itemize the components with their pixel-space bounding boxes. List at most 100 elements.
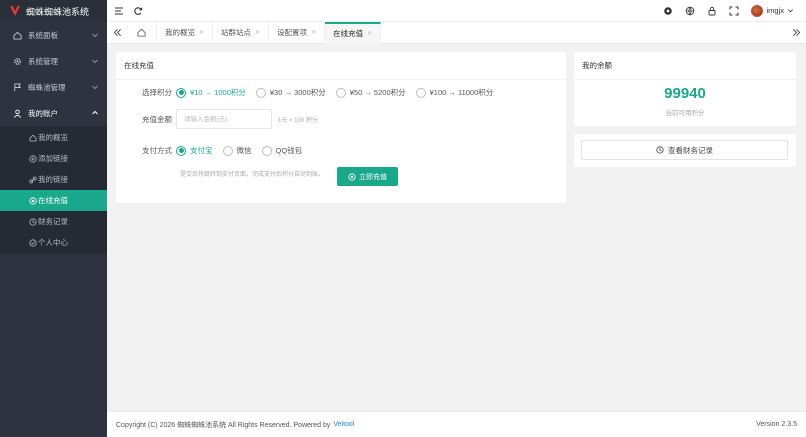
clock-icon [656,146,664,154]
option-label: ¥30 → 3000积分 [269,88,326,97]
option-label: ¥50 → 5200积分 [349,88,406,97]
radio-circle [222,145,233,156]
submit-recharge-button[interactable]: 立即充值 [337,167,398,186]
close-icon[interactable]: ✕ [311,29,316,36]
sidebar-item-label: 系统面板 [28,30,58,40]
submenu-item-profile[interactable]: 个人中心 [0,232,107,253]
submenu-item-label: 添加链接 [38,154,68,163]
package-label: 选择积分 [142,88,172,97]
chevron-down-icon [92,33,98,38]
balance-value: 99940 [664,85,706,102]
records-card: 查看财务记录 [574,134,796,167]
sidebar-item-account[interactable]: 我的账户 [0,100,107,126]
chevron-down-icon [788,9,793,13]
balance-label: 当前可用积分 [665,110,705,117]
chevron-down-icon [92,59,98,64]
option-label: 支付宝 [190,146,213,155]
method-label: 支付方式 [142,146,172,155]
radio-circle [255,87,266,98]
menu-toggle-icon[interactable] [114,6,124,16]
submit-label: 立即充值 [359,173,387,181]
tab-recharge[interactable]: 在线充值 ✕ [325,21,382,44]
option-label: ¥10 → 1000积分 [190,88,246,97]
submenu-item-label: 在线充值 [38,196,68,205]
submenu-item-overview[interactable]: 我的概览 [0,127,107,148]
method-option-qq[interactable]: QQ钱包 [261,145,302,156]
coin-icon [348,172,356,181]
payment-note: 提交后将跳转到支付页面，完成支付后积分自动到账。 [180,172,325,178]
sidebar-item-dashboard[interactable]: 系统面板 [0,22,107,48]
submenu-item-label: 我的概览 [38,133,68,142]
submenu-item-my-links[interactable]: 我的链接 [0,169,107,190]
tab-config[interactable]: 设配置项 ✕ [269,21,326,44]
submenu-item-finance[interactable]: 财务记录 [0,211,107,232]
submenu-item-add-link[interactable]: 添加链接 [0,148,107,169]
tabs-scroll-right-icon[interactable] [786,22,806,44]
submenu-item-label: 我的链接 [38,175,68,184]
card-title: 在线充值 [116,52,566,80]
package-option-10[interactable]: ¥10 → 1000积分 [176,87,246,98]
globe-icon[interactable] [685,6,695,16]
refresh-icon[interactable] [133,6,143,16]
method-option-wechat[interactable]: 微信 [222,145,252,156]
settings-dot-icon[interactable] [663,6,673,16]
radio-circle [335,87,346,98]
amount-row: 充值金额 1元 = 100 积分 [116,109,318,129]
link-icon [29,176,37,184]
lock-icon[interactable] [707,6,717,16]
sidebar-item-system[interactable]: 系统管理 [0,48,107,74]
card-title: 我的余额 [574,52,796,80]
tab-home[interactable] [127,21,157,44]
tabs-bar: 我的概览 ✕ 站群站点 ✕ 设配置项 ✕ 在线充值 ✕ [107,21,806,44]
submenu-item-recharge[interactable]: 在线充值 [0,190,107,211]
avatar [751,4,764,17]
option-label: ¥100 → 11000积分 [429,88,494,97]
submenu-item-label: 财务记录 [38,217,68,226]
sidebar-item-label: 我的账户 [28,108,58,118]
tab-label: 设配置项 [277,28,308,37]
sidebar-item-label: 蜘蛛池管理 [28,82,66,92]
user-icon [12,108,22,118]
tab-sites[interactable]: 站群站点 ✕ [213,21,270,44]
method-option-alipay[interactable]: 支付宝 [176,145,213,156]
app-title: 蜘蛛蜘蛛池系统 [26,6,90,17]
amount-hint: 1元 = 100 积分 [278,117,318,124]
home-icon [12,30,22,40]
home-outline-icon [29,134,37,142]
sidebar: 蜘蛛蜘蛛池系统 系统面板 系统管理 蜘蛛池管理 我的账户 我的概览 添加链接 我… [0,0,107,437]
user-menu[interactable]: imgjx [751,4,794,17]
view-finance-records-button[interactable]: 查看财务记录 [581,140,788,160]
logo-icon [10,6,20,16]
close-icon[interactable]: ✕ [255,29,260,36]
top-bar: imgjx [107,0,806,22]
records-button-label: 查看财务记录 [668,145,713,155]
app-logo[interactable]: 蜘蛛蜘蛛池系统 [0,0,107,22]
amount-input[interactable] [176,109,272,129]
tab-label: 站群站点 [221,28,252,37]
package-row: 选择积分 ¥10 → 1000积分 ¥30 → 3000积分 ¥50 → 520… [116,87,503,98]
fullscreen-icon[interactable] [729,6,739,16]
balance-card: 我的余额 99940 当前可用积分 [574,52,796,126]
close-icon[interactable]: ✕ [199,29,204,36]
sidebar-item-label: 系统管理 [28,56,58,66]
tab-label: 在线充值 [333,29,364,38]
powered-by-link[interactable]: Veitool [333,421,354,428]
package-option-50[interactable]: ¥50 → 5200积分 [335,87,406,98]
clock-icon [29,217,37,226]
package-option-30[interactable]: ¥30 → 3000积分 [255,87,326,98]
copyright-text: Copyright (C) 2026 蜘蛛蜘蛛池系统 All Rights Re… [116,421,331,429]
account-submenu: 我的概览 添加链接 我的链接 在线充值 财务记录 个人中心 [0,126,107,254]
close-icon[interactable]: ✕ [367,30,372,37]
check-circle-icon [29,238,37,247]
radio-circle [261,145,272,156]
flag-icon [12,82,22,92]
tab-overview[interactable]: 我的概览 ✕ [157,21,214,44]
package-option-100[interactable]: ¥100 → 11000积分 [415,87,494,98]
sidebar-item-spider-pool[interactable]: 蜘蛛池管理 [0,74,107,100]
version-text: Version 2.3.5 [756,421,797,428]
radio-circle [415,87,426,98]
tabs-scroll-left-icon[interactable] [107,22,127,44]
amount-label: 充值金额 [142,114,172,124]
username: imgjx [766,6,784,15]
option-label: 微信 [236,146,252,155]
